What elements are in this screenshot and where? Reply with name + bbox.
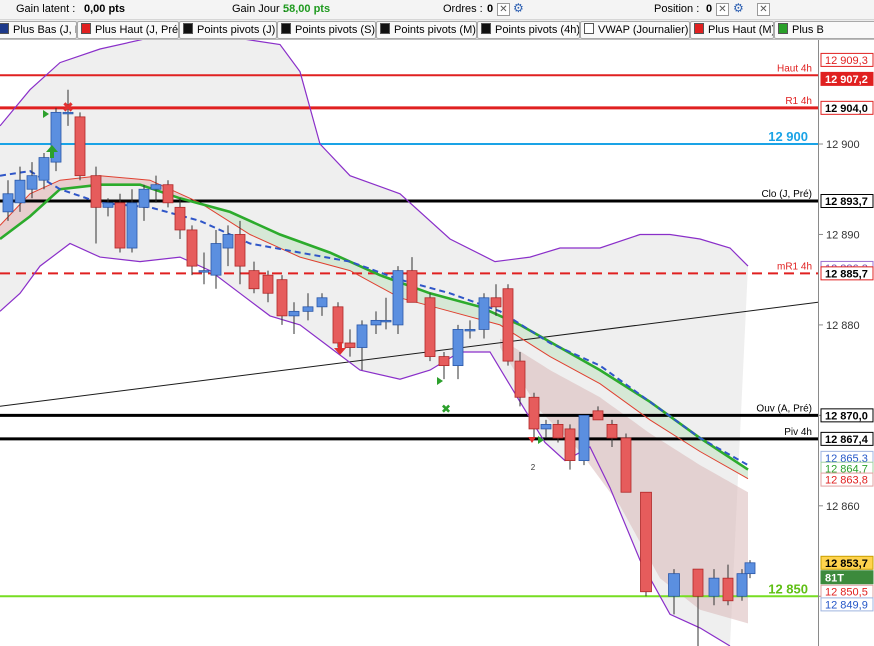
price-axis[interactable] [818,40,874,646]
axis-price-label-text: 12 863,8 [825,475,868,487]
bullish-candle [26,175,38,190]
axis-price-label: 12 904,0 [820,100,874,115]
axis-price-label: 12 885,7 [820,266,874,281]
bearish-candle [490,297,502,308]
level-label: 12 850 [768,581,808,596]
level-label: R1 4h [785,96,812,107]
bearish-candle [114,202,126,249]
bearish-candle [174,206,186,231]
bullish-candle [198,270,210,273]
bullish-candle [736,573,748,597]
level-label: Haut 4h [777,63,812,74]
cross-signal-icon: ✖ [62,100,74,116]
cross-signal-icon: ✖ [441,402,451,416]
bearish-candle [234,234,246,267]
bearish-candle [620,437,632,493]
bearish-candle [248,270,260,290]
bullish-candle [14,179,26,204]
axis-tick-label: 12 890 [826,229,860,241]
axis-price-label: 12 870,0 [820,408,874,423]
axis-price-label-text: 12 849,9 [825,599,868,611]
bullish-candle [380,319,392,323]
axis-price-label: 12 909,3 [820,52,874,67]
axis-price-label: 81T [820,570,874,585]
bullish-candle [126,202,138,249]
axis-price-label-text: 12 909,3 [825,55,868,67]
bearish-candle [74,116,86,177]
bullish-candle [464,329,476,332]
bullish-candle [478,297,490,330]
bearish-candle [502,288,514,362]
bearish-candle [90,175,102,208]
bullish-candle [222,234,234,249]
bullish-candle [370,319,382,326]
axis-price-label: 12 863,8 [820,472,874,487]
level-label: Piv 4h [784,427,812,438]
axis-price-label-text: 12 870,0 [825,410,868,422]
bearish-candle [552,424,564,439]
bullish-candle [578,414,590,461]
bearish-candle [692,568,704,597]
bearish-candle [406,270,418,303]
axis-price-label: 12 850,5 [820,584,874,599]
axis-price-label-text: 12 850,5 [825,587,868,599]
axis-price-label: 12 893,7 [820,193,874,208]
bullish-candle [210,243,222,276]
axis-price-label-text: 12 867,4 [825,434,869,446]
bullish-candle [2,193,14,213]
axis-price-label: 12 853,7 [820,555,874,570]
price-chart[interactable]: ✖ ✖ 2 Haut 4h R1 4h 12 900 Clo (J, Pré) mR1 4h… [0,0,874,646]
axis-price-label-text: 12 907,2 [825,74,868,86]
level-label: Ouv (A, Pré) [756,403,812,414]
axis-price-label: 12 849,9 [820,597,874,612]
bearish-candle [640,491,652,593]
bullish-candle [540,424,552,430]
level-label: mR1 4h [777,261,812,272]
bearish-candle [424,297,436,357]
bearish-candle [332,306,344,344]
axis-tick-label: 12 900 [826,139,860,151]
axis-tick-label: 12 880 [826,320,860,332]
bullish-candle [150,184,162,190]
bearish-candle [514,360,526,398]
bullish-candle [102,202,114,208]
level-label: Clo (J, Pré) [761,189,812,200]
bullish-candle [392,270,404,326]
bearish-candle [262,274,274,294]
level-label: 12 900 [768,129,808,144]
bullish-candle [452,329,464,367]
axis-price-label-text: 81T [825,572,844,584]
axis-price-label-text: 12 853,7 [825,558,868,570]
bullish-candle [744,562,756,575]
bearish-candle [438,356,450,367]
bearish-candle [276,279,288,317]
bullish-candle [708,577,720,597]
axis-tick-label: 12 860 [826,501,860,513]
axis-price-label-text: 12 885,7 [825,268,868,280]
bullish-candle [138,188,150,208]
bearish-candle [186,229,198,267]
bearish-candle [592,410,604,421]
axis-price-label-text: 12 893,7 [825,196,868,208]
bullish-candle [302,306,314,312]
axis-price-label: 12 867,4 [820,431,874,446]
bullish-candle [356,324,368,348]
bearish-candle [722,577,734,602]
bearish-candle [564,428,576,461]
bullish-candle [316,297,328,308]
signal-count-label: 2 [531,463,536,472]
bullish-candle [668,573,680,597]
bearish-candle [528,396,540,430]
bullish-candle [288,310,300,317]
axis-price-label: 12 907,2 [820,71,874,86]
bearish-candle [162,184,174,204]
axis-price-label-text: 12 904,0 [825,103,868,115]
bearish-candle [606,424,618,439]
bullish-candle [38,157,50,181]
bearish-candle [344,342,356,348]
